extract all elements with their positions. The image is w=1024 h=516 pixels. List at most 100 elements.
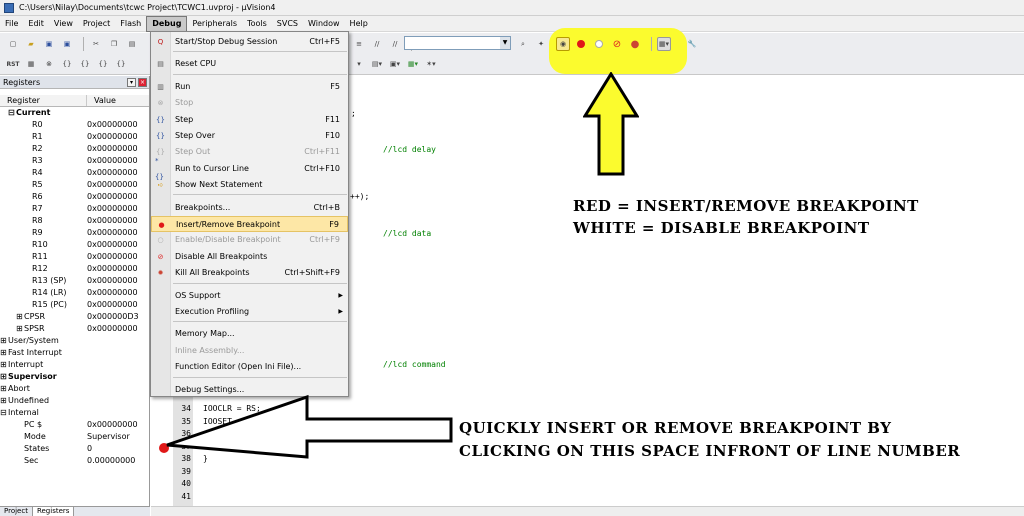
insert-remove-breakpoint-button[interactable] (574, 37, 588, 51)
expand-icon[interactable]: ⊞ (16, 311, 23, 323)
expand-icon[interactable]: ⊞ (16, 323, 23, 335)
menu-item-start-stop-debug-session[interactable]: QStart/Stop Debug SessionCtrl+F5 (151, 34, 348, 50)
step-over-toolbar-icon[interactable]: {} (78, 57, 92, 71)
indent-icon[interactable]: ≡ (352, 37, 366, 51)
menu-item-memory-map[interactable]: Memory Map... (151, 326, 348, 342)
expand-icon[interactable]: ⊞ (0, 359, 7, 371)
horizontal-scrollbar[interactable] (151, 506, 1024, 516)
register-row[interactable]: ⊞Supervisor (0, 371, 149, 383)
register-row[interactable]: R110x00000000 (0, 251, 149, 263)
stop-toolbar-icon[interactable]: ⊗ (42, 57, 56, 71)
register-row[interactable]: R13 (SP)0x00000000 (0, 275, 149, 287)
tab-project[interactable]: Project (0, 507, 32, 516)
enable-disable-breakpoint-button[interactable] (592, 37, 606, 51)
register-row[interactable]: R14 (LR)0x00000000 (0, 287, 149, 299)
incremental-find-icon[interactable]: ✦ (534, 37, 548, 51)
save-all-icon[interactable]: ▣ (60, 37, 74, 51)
menu-item-inline-assembly[interactable]: Inline Assembly... (151, 343, 348, 359)
register-row[interactable]: ⊞SPSR0x00000000 (0, 323, 149, 335)
register-row[interactable]: ⊞Undefined (0, 395, 149, 407)
menu-tools[interactable]: Tools (242, 16, 272, 32)
breakpoints-dialog-icon[interactable]: ◉ (556, 37, 570, 51)
register-row[interactable]: ⊞Fast Interrupt (0, 347, 149, 359)
options-wrench-icon[interactable]: 🔧 (685, 37, 699, 51)
run-to-cursor-toolbar-icon[interactable]: {} (114, 57, 128, 71)
view-toolbar-icon[interactable]: ▦▾ (657, 37, 671, 51)
register-row[interactable]: R60x00000000 (0, 191, 149, 203)
menu-item-run[interactable]: ▥RunF5 (151, 79, 348, 95)
open-folder-icon[interactable]: ▰ (24, 37, 38, 51)
menu-item-show-next-statement[interactable]: ➪Show Next Statement (151, 177, 348, 193)
serial-window-icon[interactable]: ▣▾ (388, 57, 402, 71)
paste-icon[interactable]: ▤ (125, 37, 139, 51)
register-row[interactable]: R80x00000000 (0, 215, 149, 227)
analysis-window-icon[interactable]: ▦▾ (406, 57, 420, 71)
menu-item-function-editor-open-ini-file[interactable]: Function Editor (Open Ini File)... (151, 359, 348, 375)
menu-debug[interactable]: Debug (146, 16, 187, 32)
menu-help[interactable]: Help (345, 16, 373, 32)
menu-edit[interactable]: Edit (23, 16, 49, 32)
register-row[interactable]: PC $0x00000000 (0, 419, 149, 431)
register-row[interactable]: R40x00000000 (0, 167, 149, 179)
trace-window-icon[interactable]: ✶▾ (424, 57, 438, 71)
menu-view[interactable]: View (49, 16, 78, 32)
column-value[interactable]: Value (87, 95, 147, 106)
new-file-icon[interactable]: ▢ (6, 37, 20, 51)
menu-item-step-out[interactable]: {}Step OutCtrl+F11 (151, 144, 348, 160)
kill-all-breakpoints-button[interactable]: ● (628, 37, 642, 51)
find-icon[interactable]: ⌕ (516, 37, 530, 51)
register-row[interactable]: R30x00000000 (0, 155, 149, 167)
menu-item-reset-cpu[interactable]: ▤Reset CPU (151, 56, 348, 72)
register-row[interactable]: R20x00000000 (0, 143, 149, 155)
expand-icon[interactable]: ⊞ (0, 383, 7, 395)
menu-item-enable-disable-breakpoint[interactable]: ○Enable/Disable BreakpointCtrl+F9 (151, 232, 348, 248)
save-icon[interactable]: ▣ (42, 37, 56, 51)
register-row[interactable]: R15 (PC)0x00000000 (0, 299, 149, 311)
disable-all-breakpoints-button[interactable]: ⊘ (610, 37, 624, 51)
expand-icon[interactable]: ⊞ (0, 347, 7, 359)
menu-flash[interactable]: Flash (115, 16, 146, 32)
window-icon[interactable]: ▾ (352, 57, 366, 71)
memory-window-icon[interactable]: ▤▾ (370, 57, 384, 71)
menu-item-stop[interactable]: ⊗Stop (151, 95, 348, 111)
menu-project[interactable]: Project (78, 16, 115, 32)
step-toolbar-icon[interactable]: {} (60, 57, 74, 71)
register-row[interactable]: R70x00000000 (0, 203, 149, 215)
expand-icon[interactable]: ⊞ (0, 371, 7, 383)
register-row[interactable]: R50x00000000 (0, 179, 149, 191)
menu-item-os-support[interactable]: OS Support▶ (151, 288, 348, 304)
menu-item-disable-all-breakpoints[interactable]: ⊘Disable All Breakpoints (151, 249, 348, 265)
step-out-toolbar-icon[interactable]: {} (96, 57, 110, 71)
expand-icon[interactable]: ⊞ (0, 395, 7, 407)
register-row[interactable]: ⊞Abort (0, 383, 149, 395)
register-row[interactable]: ⊟Internal (0, 407, 149, 419)
copy-icon[interactable]: ❐ (107, 37, 121, 51)
menu-peripherals[interactable]: Peripherals (187, 16, 242, 32)
register-row[interactable]: ⊞Interrupt (0, 359, 149, 371)
register-row[interactable]: R90x00000000 (0, 227, 149, 239)
menu-svcs[interactable]: SVCS (272, 16, 303, 32)
register-row[interactable]: States0 (0, 443, 149, 455)
register-row[interactable]: R10x00000000 (0, 131, 149, 143)
pin-icon[interactable]: ▾ (127, 78, 136, 87)
register-row[interactable]: ModeSupervisor (0, 431, 149, 443)
register-row[interactable]: ⊟Current (0, 107, 149, 119)
menu-window[interactable]: Window (303, 16, 345, 32)
cut-icon[interactable]: ✂ (89, 37, 103, 51)
menu-file[interactable]: File (0, 16, 23, 32)
expand-icon[interactable]: ⊞ (0, 335, 7, 347)
rst-icon[interactable]: RST (6, 57, 20, 71)
register-row[interactable]: Sec0.00000000 (0, 455, 149, 467)
menu-item-run-to-cursor-line[interactable]: *{}Run to Cursor LineCtrl+F10 (151, 161, 348, 177)
find-combo[interactable]: ▼ (404, 36, 511, 50)
register-row[interactable]: ⊞CPSR0x000000D3 (0, 311, 149, 323)
chevron-down-icon[interactable]: ▼ (500, 37, 510, 49)
close-icon[interactable]: × (138, 78, 147, 87)
collapse-icon[interactable]: ⊟ (0, 407, 7, 419)
column-register[interactable]: Register (0, 95, 87, 106)
collapse-icon[interactable]: ⊟ (8, 107, 15, 119)
comment-icon[interactable]: // (370, 37, 384, 51)
menu-item-execution-profiling[interactable]: Execution Profiling▶ (151, 304, 348, 320)
menu-item-step-over[interactable]: {}Step OverF10 (151, 128, 348, 144)
tab-registers[interactable]: Registers (32, 507, 74, 516)
